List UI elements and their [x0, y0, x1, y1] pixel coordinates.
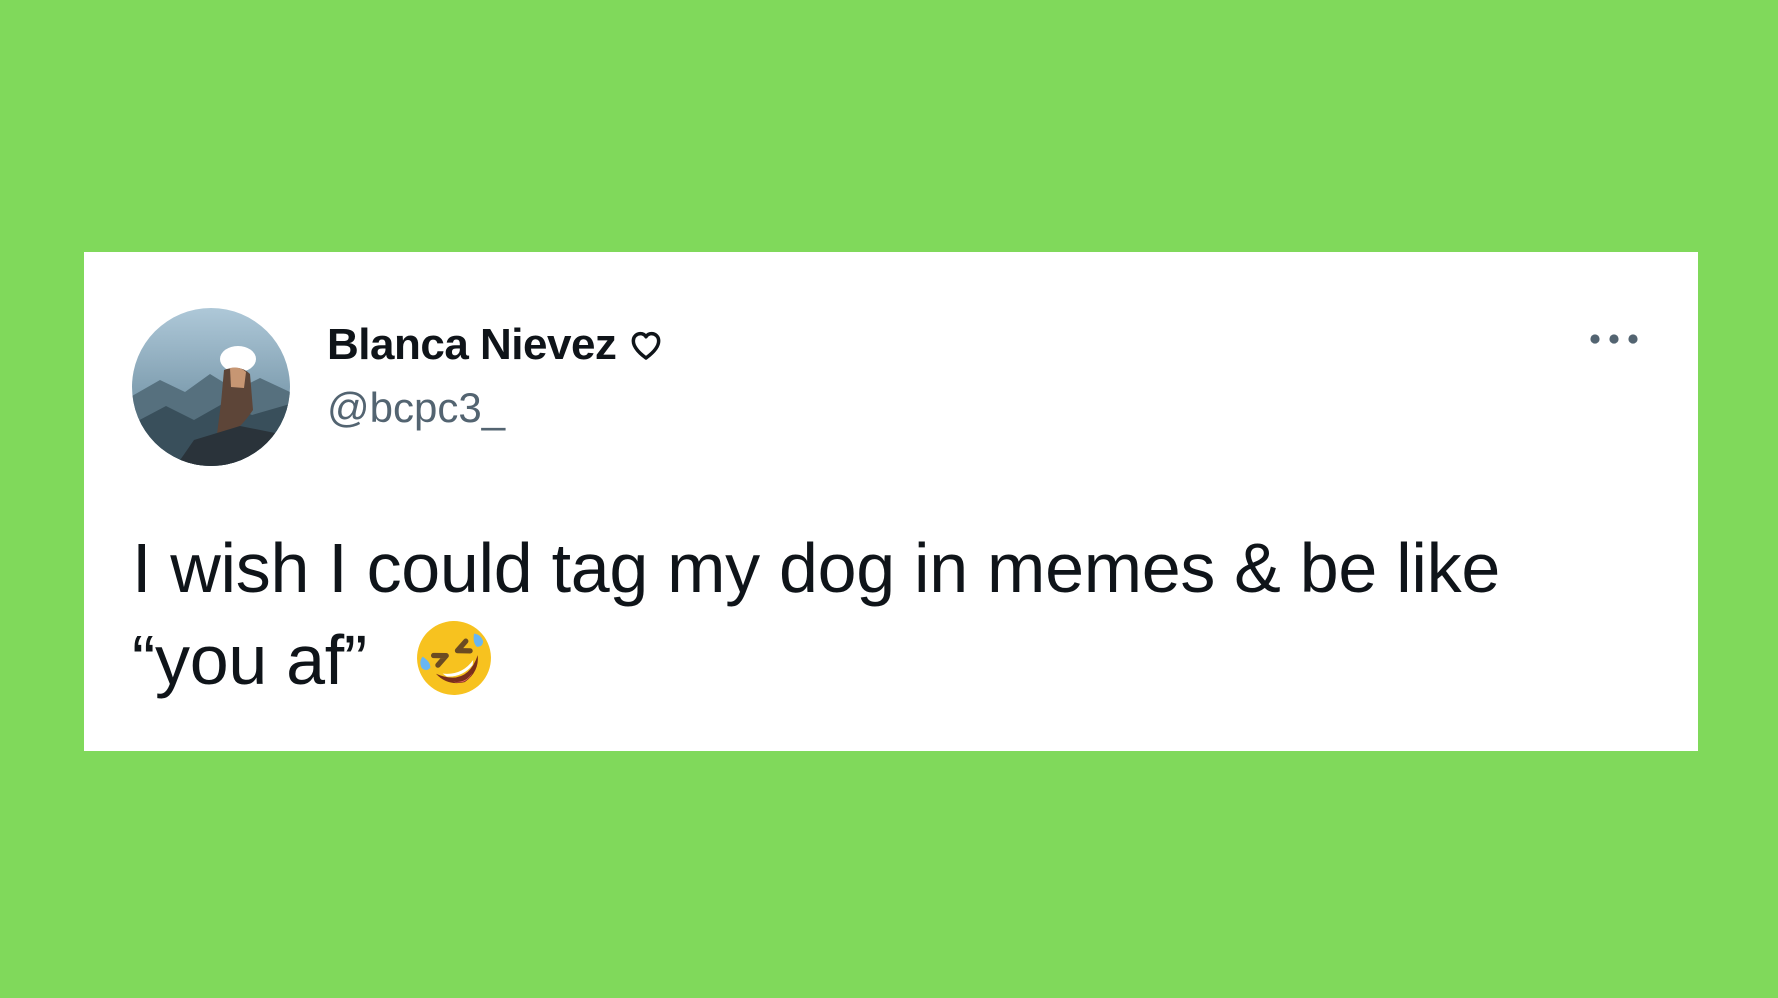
name-row: Blanca Nievez	[327, 320, 666, 370]
handle[interactable]: @bcpc3_	[327, 384, 666, 432]
tweet-text-line-2: “you af”	[132, 621, 367, 699]
tweet-text-line-1: I wish I could tag my dog in memes & be …	[132, 529, 1500, 607]
tweet-text-line-2-wrap: “you af”	[132, 614, 1642, 706]
more-button[interactable]	[1586, 324, 1642, 354]
display-name[interactable]: Blanca Nievez	[327, 320, 617, 370]
rolling-on-floor-laughing-emoji	[410, 614, 498, 702]
tweet-text: I wish I could tag my dog in memes & be …	[132, 522, 1642, 706]
tweet-card: Blanca Nievez @bcpc3_ I wish I could tag…	[84, 252, 1698, 751]
user-meta: Blanca Nievez @bcpc3_	[327, 320, 666, 432]
more-horizontal-icon	[1590, 334, 1638, 344]
heart-outline-icon	[626, 325, 666, 365]
avatar[interactable]	[132, 308, 290, 466]
